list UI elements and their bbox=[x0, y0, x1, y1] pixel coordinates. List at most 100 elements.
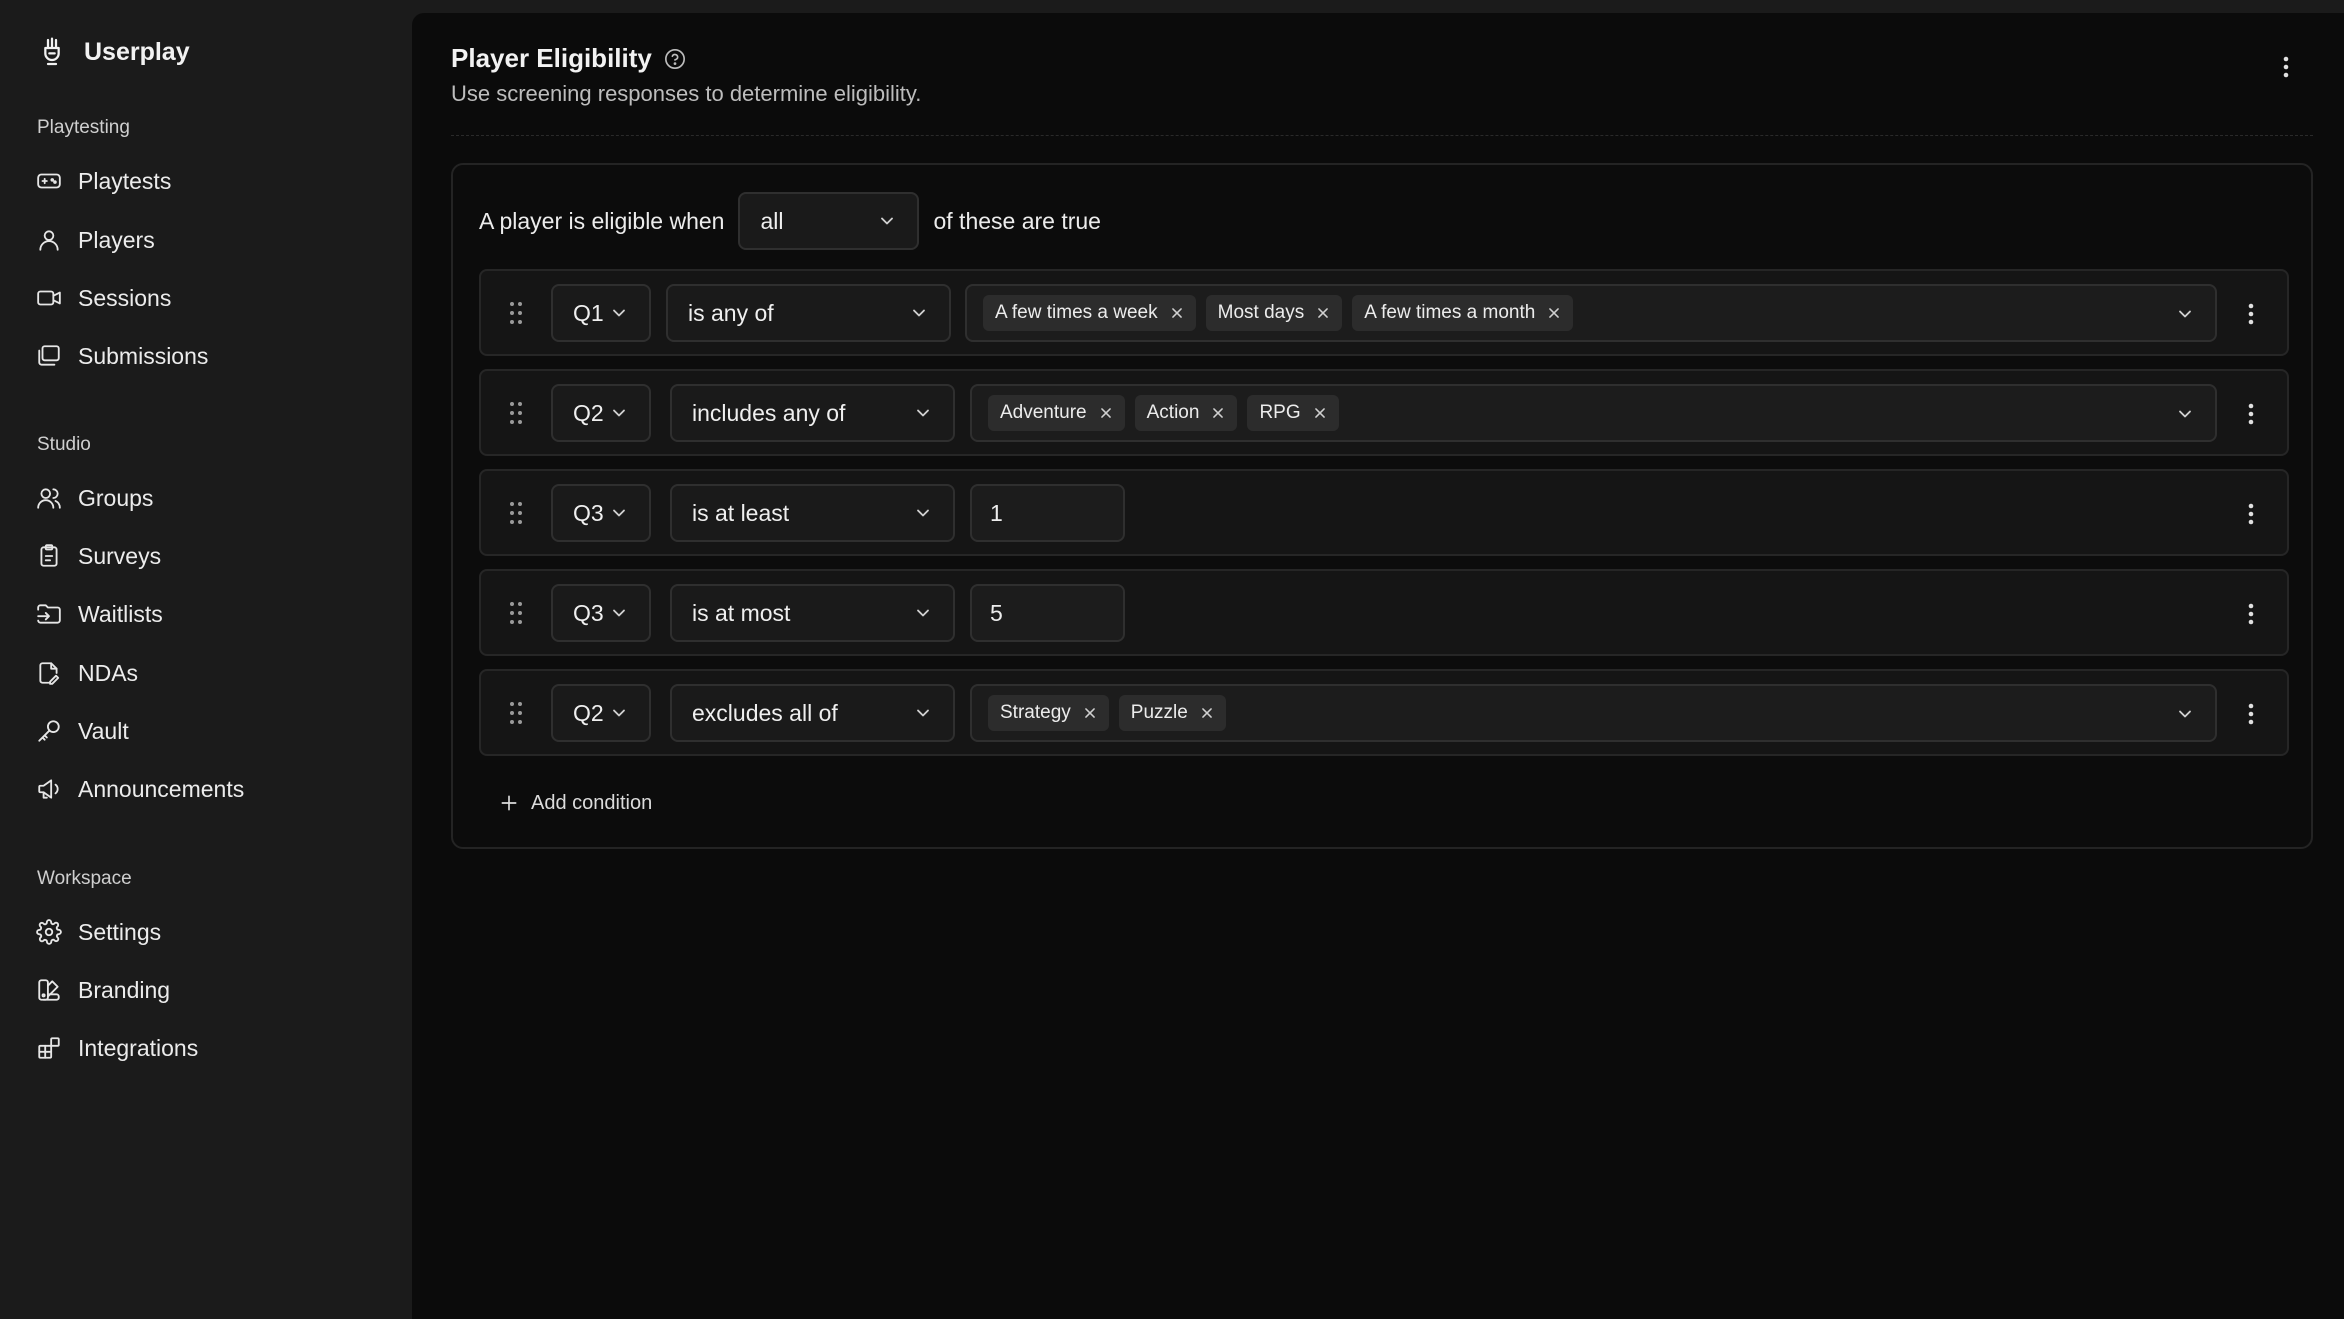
drag-handle-icon[interactable] bbox=[509, 501, 523, 525]
condition-row: Q2 includes any of Adventure Action RPG bbox=[479, 369, 2289, 456]
folder-input-icon bbox=[37, 604, 61, 624]
user-icon bbox=[39, 230, 59, 251]
operator-select[interactable]: is at most bbox=[670, 584, 955, 642]
number-input[interactable]: 1 bbox=[970, 484, 1125, 542]
sidebar-item-branding[interactable]: Branding bbox=[36, 970, 376, 1010]
question-select[interactable]: Q3 bbox=[551, 484, 651, 542]
operator-value: excludes all of bbox=[692, 699, 838, 726]
value-chip[interactable]: Puzzle bbox=[1118, 695, 1226, 731]
more-vertical-icon bbox=[2248, 503, 2254, 525]
more-vertical-icon bbox=[2283, 56, 2289, 78]
clipboard-icon bbox=[40, 544, 58, 567]
close-icon[interactable] bbox=[1170, 306, 1184, 320]
chevron-down-icon bbox=[917, 409, 929, 417]
chip-label: RPG bbox=[1259, 402, 1301, 423]
condition-more-menu[interactable] bbox=[2241, 397, 2261, 431]
operator-select[interactable]: is any of bbox=[666, 284, 951, 342]
sidebar-item-label: NDAs bbox=[78, 659, 139, 686]
number-value: 1 bbox=[990, 499, 1003, 526]
drag-handle-icon[interactable] bbox=[509, 301, 523, 325]
value-chip[interactable]: A few times a month bbox=[1352, 295, 1574, 331]
close-icon[interactable] bbox=[1083, 706, 1097, 720]
sidebar: Userplay Playtesting Playtests Players S… bbox=[0, 0, 412, 1319]
sidebar-item-waitlists[interactable]: Waitlists bbox=[36, 594, 376, 634]
sidebar-item-players[interactable]: Players bbox=[36, 220, 376, 260]
close-icon[interactable] bbox=[1200, 706, 1214, 720]
sidebar-item-playtests[interactable]: Playtests bbox=[36, 161, 376, 201]
values-multiselect[interactable]: A few times a week Most days A few times… bbox=[965, 284, 2217, 342]
chevron-down-icon bbox=[613, 409, 625, 417]
close-icon[interactable] bbox=[1099, 406, 1113, 420]
drag-handle-icon[interactable] bbox=[509, 701, 523, 725]
close-icon[interactable] bbox=[1211, 406, 1225, 420]
sidebar-item-groups[interactable]: Groups bbox=[36, 478, 376, 518]
operator-value: is at most bbox=[692, 599, 791, 626]
chevron-down-icon bbox=[2179, 710, 2191, 718]
more-vertical-icon bbox=[2248, 403, 2254, 425]
sidebar-item-label: Playtests bbox=[78, 167, 172, 194]
value-chip[interactable]: Most days bbox=[1205, 295, 1343, 331]
sidebar-item-label: Announcements bbox=[78, 775, 245, 802]
section-label-playtesting: Playtesting bbox=[37, 117, 130, 138]
sidebar-item-vault[interactable]: Vault bbox=[36, 711, 376, 751]
add-condition-button[interactable]: Add condition bbox=[499, 785, 652, 821]
value-chip[interactable]: RPG bbox=[1247, 395, 1339, 431]
chip-label: Most days bbox=[1217, 302, 1305, 323]
close-icon[interactable] bbox=[1547, 306, 1561, 320]
condition-more-menu[interactable] bbox=[2241, 697, 2261, 731]
question-value: Q3 bbox=[573, 599, 604, 626]
sidebar-item-label: Settings bbox=[78, 918, 162, 945]
match-mode-select[interactable]: all bbox=[738, 192, 920, 250]
operator-value: is any of bbox=[688, 299, 774, 326]
values-multiselect[interactable]: Strategy Puzzle bbox=[970, 684, 2217, 742]
operator-select[interactable]: includes any of bbox=[670, 384, 955, 442]
users-icon bbox=[37, 488, 61, 509]
chevron-down-icon bbox=[613, 309, 625, 317]
drag-handle-icon[interactable] bbox=[509, 401, 523, 425]
operator-value: is at least bbox=[692, 499, 790, 526]
chevron-down-icon bbox=[881, 217, 894, 225]
values-multiselect[interactable]: Adventure Action RPG bbox=[970, 384, 2217, 442]
condition-row: Q3 is at least 1 bbox=[479, 469, 2289, 556]
chip-label: Puzzle bbox=[1130, 702, 1188, 723]
operator-select[interactable]: excludes all of bbox=[670, 684, 955, 742]
question-value: Q2 bbox=[573, 699, 604, 726]
sidebar-item-integrations[interactable]: Integrations bbox=[36, 1028, 376, 1068]
question-select[interactable]: Q2 bbox=[551, 384, 651, 442]
sidebar-item-label: Surveys bbox=[78, 542, 162, 569]
value-chip[interactable]: Action bbox=[1134, 395, 1238, 431]
condition-more-menu[interactable] bbox=[2241, 597, 2261, 631]
chip-label: Adventure bbox=[1000, 402, 1087, 423]
page-more-menu[interactable] bbox=[2274, 49, 2298, 85]
question-select[interactable]: Q1 bbox=[551, 284, 651, 342]
help-icon[interactable] bbox=[664, 48, 686, 70]
chevron-down-icon bbox=[2179, 410, 2191, 418]
value-chip[interactable]: Adventure bbox=[988, 395, 1125, 431]
sidebar-item-settings[interactable]: Settings bbox=[36, 912, 376, 952]
operator-select[interactable]: is at least bbox=[670, 484, 955, 542]
sidebar-item-sessions[interactable]: Sessions bbox=[36, 278, 376, 318]
megaphone-icon bbox=[38, 779, 59, 799]
close-icon[interactable] bbox=[1316, 306, 1330, 320]
sidebar-item-ndas[interactable]: NDAs bbox=[36, 653, 376, 693]
condition-more-menu[interactable] bbox=[2241, 497, 2261, 531]
gear-icon bbox=[36, 919, 62, 945]
rule-prefix: A player is eligible when bbox=[479, 207, 725, 234]
sidebar-item-surveys[interactable]: Surveys bbox=[36, 536, 376, 576]
more-vertical-icon bbox=[2248, 603, 2254, 625]
number-value: 5 bbox=[990, 599, 1003, 626]
question-select[interactable]: Q3 bbox=[551, 584, 651, 642]
condition-more-menu[interactable] bbox=[2241, 297, 2261, 331]
value-chip[interactable]: Strategy bbox=[988, 695, 1109, 731]
question-select[interactable]: Q2 bbox=[551, 684, 651, 742]
sidebar-item-submissions[interactable]: Submissions bbox=[36, 336, 376, 376]
sidebar-item-announcements[interactable]: Announcements bbox=[36, 769, 376, 809]
close-icon[interactable] bbox=[1313, 406, 1327, 420]
chevron-down-icon bbox=[2179, 310, 2191, 318]
sidebar-item-label: Integrations bbox=[78, 1034, 199, 1061]
value-chip[interactable]: A few times a week bbox=[983, 295, 1196, 331]
question-value: Q2 bbox=[573, 399, 604, 426]
number-input[interactable]: 5 bbox=[970, 584, 1125, 642]
brand[interactable]: Userplay bbox=[36, 32, 190, 72]
drag-handle-icon[interactable] bbox=[509, 601, 523, 625]
